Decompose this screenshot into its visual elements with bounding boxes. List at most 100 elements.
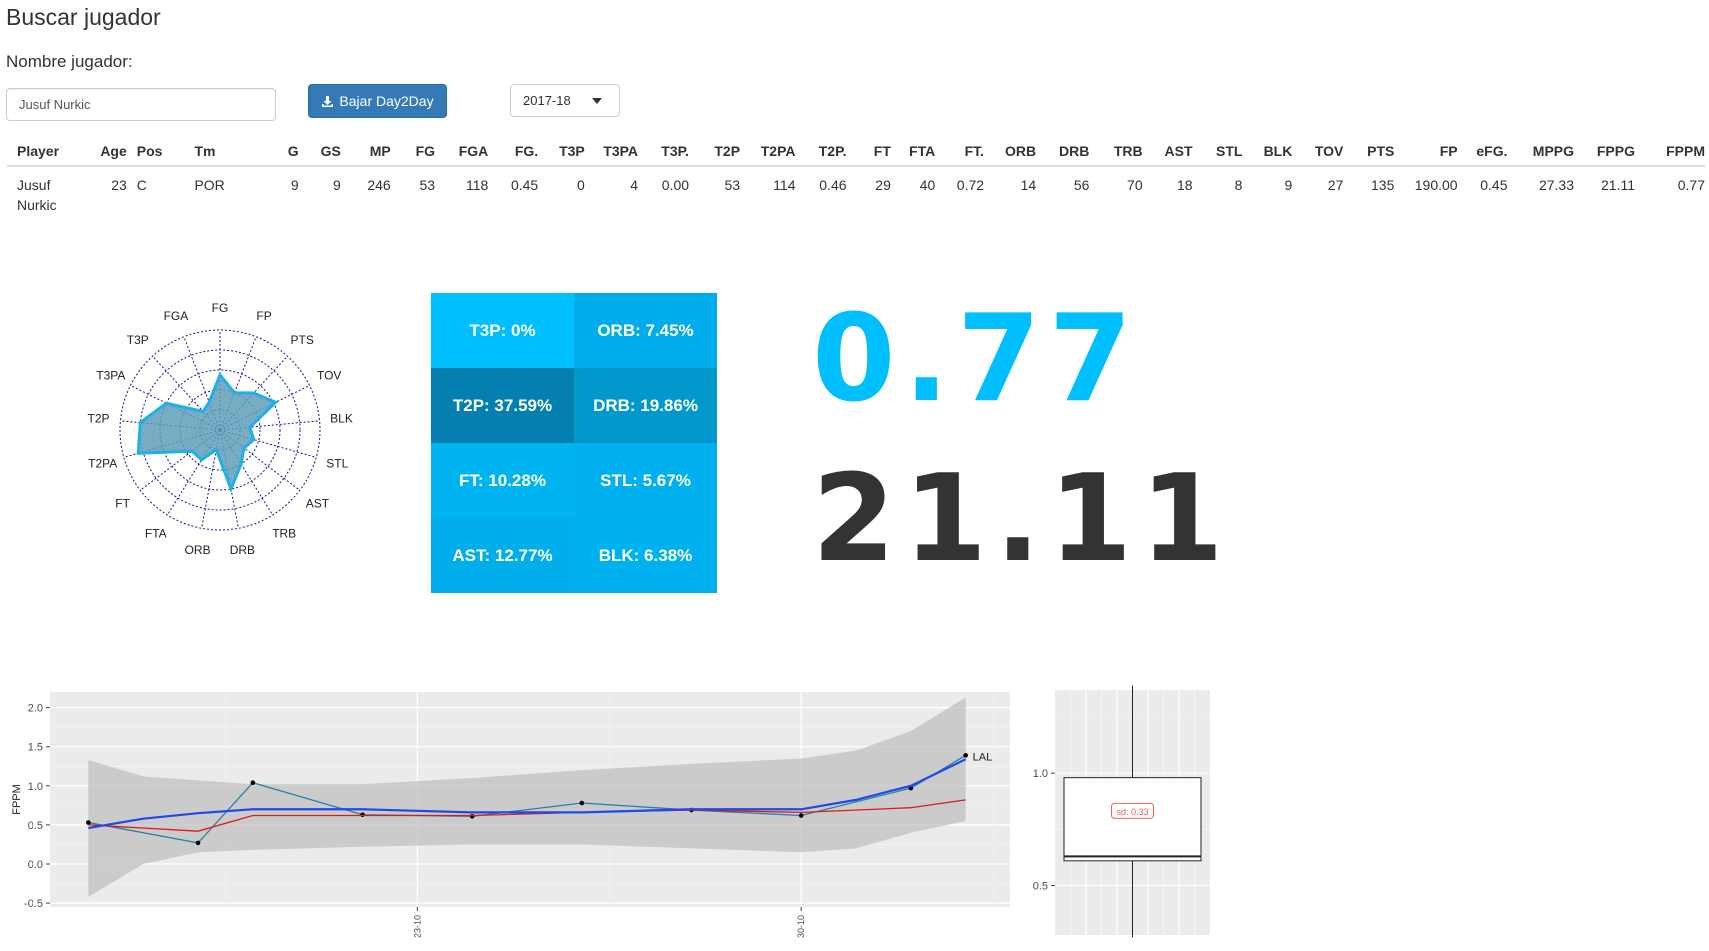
column-header-fga: FGA: [435, 138, 489, 167]
data-point: [250, 780, 256, 785]
stat-tile: STL: 5.67%: [574, 443, 717, 518]
column-header-orb: ORB: [984, 138, 1037, 167]
radar-axis-label: ORB: [185, 543, 211, 557]
y-tick-label: 2.0: [28, 703, 43, 715]
cell-fga: 118: [465, 177, 489, 193]
cell-blk: 9: [1284, 177, 1293, 193]
y-tick-label: 1.0: [1033, 768, 1048, 780]
season-selected-value: 2017-18: [523, 93, 571, 108]
cell-ast: 18: [1176, 177, 1193, 193]
radar-axis-label: AST: [306, 497, 330, 511]
cell-fppg: 21.11: [1601, 177, 1635, 193]
column-header-fta: FTA: [890, 138, 936, 167]
cell-t2p-pct: 0.46: [819, 177, 847, 193]
radar-axis-label: TOV: [317, 369, 341, 383]
data-point: [86, 820, 91, 825]
box-iqr: [1063, 777, 1202, 862]
radar-axis-label: PTS: [291, 333, 314, 347]
column-header-fp: FP: [1394, 138, 1458, 167]
radar-axis-label: FP: [256, 309, 271, 323]
radar-data-polygon: [136, 372, 279, 494]
player-name-input[interactable]: [6, 88, 276, 121]
column-header-ast: AST: [1142, 138, 1193, 167]
radar-axis-label: FGA: [164, 309, 189, 323]
column-header-drb: DRB: [1036, 138, 1090, 167]
stat-tile: ORB: 7.45%: [574, 293, 717, 368]
stats-percentage-tiles: T3P: 0% ORB: 7.45% T2P: 37.59% DRB: 19.86% F…: [431, 293, 717, 593]
column-header-g: G: [256, 138, 299, 167]
column-header-t2p: T2P: [689, 138, 741, 167]
fppm-line-chart: -0.50.00.51.01.52.023-10 30-10FPPMLAL: [11, 692, 1010, 938]
cell-fg: 53: [419, 177, 436, 193]
data-point: [798, 813, 804, 818]
column-header-t3p: T3P: [538, 138, 585, 167]
column-header-player: Player: [7, 138, 83, 167]
column-header-stl: STL: [1192, 138, 1243, 167]
radar-axis-label: TRB: [272, 527, 296, 541]
y-tick-label: 0.0: [28, 859, 43, 871]
sd-label: sd: 0.33: [1116, 807, 1148, 817]
column-header-fg: FG: [390, 138, 436, 167]
download-day2day-button[interactable]: Bajar Day2Day: [308, 84, 447, 118]
column-header-trb: TRB: [1089, 138, 1143, 167]
radar-chart: FG FP PTS TOV BLK STL AST TRB DRB ORB FTA FT T2PA T2P…: [87, 301, 353, 557]
data-point: [360, 812, 365, 818]
column-header-ft-pct: FT.: [935, 138, 985, 167]
cell-age: 23: [111, 177, 127, 193]
data-point: [963, 753, 968, 758]
cell-t2pa: 114: [773, 177, 796, 193]
x-tick-label: 23-10: [412, 915, 422, 938]
radar-axis-label: BLK: [330, 412, 353, 426]
x-tick-label: 30-10: [796, 915, 806, 938]
download-icon: [322, 95, 334, 107]
column-header-tov: TOV: [1292, 138, 1344, 167]
cell-g: 9: [290, 177, 299, 193]
fppm-box-plot: 0.5 1.0 sd: 0.33: [1033, 685, 1210, 938]
column-header-t3pa: T3PA: [584, 138, 639, 167]
cell-efg-pct: 0.45: [1480, 177, 1508, 193]
page-title: Buscar jugador: [6, 4, 161, 30]
cell-t3p-pct: 0.00: [661, 177, 690, 193]
column-header-efg-pct: eFG.: [1457, 138, 1508, 167]
cell-orb: 14: [1020, 177, 1037, 193]
radar-axis-label: STL: [326, 456, 348, 470]
y-axis-label: FPPM: [11, 784, 23, 815]
table-row: Jusuf Nurkic 23 C POR 9 9 246 53 118 0.45 0 4 0.00 53…: [7, 166, 1705, 221]
cell-drb: 56: [1073, 177, 1090, 193]
cell-fta: 40: [919, 177, 936, 193]
column-header-t3p-pct: T3P.: [638, 138, 690, 167]
stat-tile: T3P: 0%: [431, 293, 574, 368]
cell-t3pa: 4: [630, 177, 639, 193]
fppg-big-number: 21.11: [812, 450, 1232, 589]
column-header-tm: Tm: [184, 138, 257, 167]
y-tick-label: 1.0: [28, 781, 43, 793]
radar-axis-label: FG: [212, 301, 229, 315]
column-header-mppg: MPPG: [1507, 138, 1575, 167]
cell-stl: 8: [1234, 177, 1243, 193]
cell-tm: POR: [194, 177, 225, 193]
annotation-label: LAL: [973, 751, 993, 763]
cell-ft: 29: [875, 177, 891, 193]
stat-tile: AST: 12.77%: [431, 518, 574, 593]
radar-axis-label: FT: [115, 497, 130, 511]
column-header-age: Age: [82, 138, 127, 167]
column-header-gs: GS: [298, 138, 341, 167]
cell-fppm: 0.77: [1677, 177, 1705, 193]
column-header-fppm: FPPM: [1635, 138, 1705, 167]
season-select[interactable]: 2017-18: [510, 84, 620, 117]
radar-axis-label: T2PA: [88, 456, 117, 470]
data-point: [579, 800, 585, 806]
cell-pos: C: [136, 177, 147, 193]
player-name-label: Nombre jugador:: [6, 52, 133, 71]
radar-axis-label: T2P: [87, 412, 109, 426]
column-header-fg-pct: FG.: [488, 138, 539, 167]
stat-tile: FT: 10.28%: [431, 443, 574, 518]
cell-gs: 9: [333, 177, 341, 193]
cell-pts: 135: [1371, 177, 1395, 193]
y-tick-label: 0.5: [1033, 881, 1048, 893]
player-stats-table: Player Age Pos Tm G GS MP FG FGA FG. T3P T3PA T3P. T2…: [7, 138, 1705, 221]
stat-tile: BLK: 6.38%: [574, 518, 717, 593]
column-header-pos: Pos: [126, 138, 185, 167]
y-tick-label: 1.5: [28, 742, 43, 754]
column-header-fppg: FPPG: [1574, 138, 1635, 167]
